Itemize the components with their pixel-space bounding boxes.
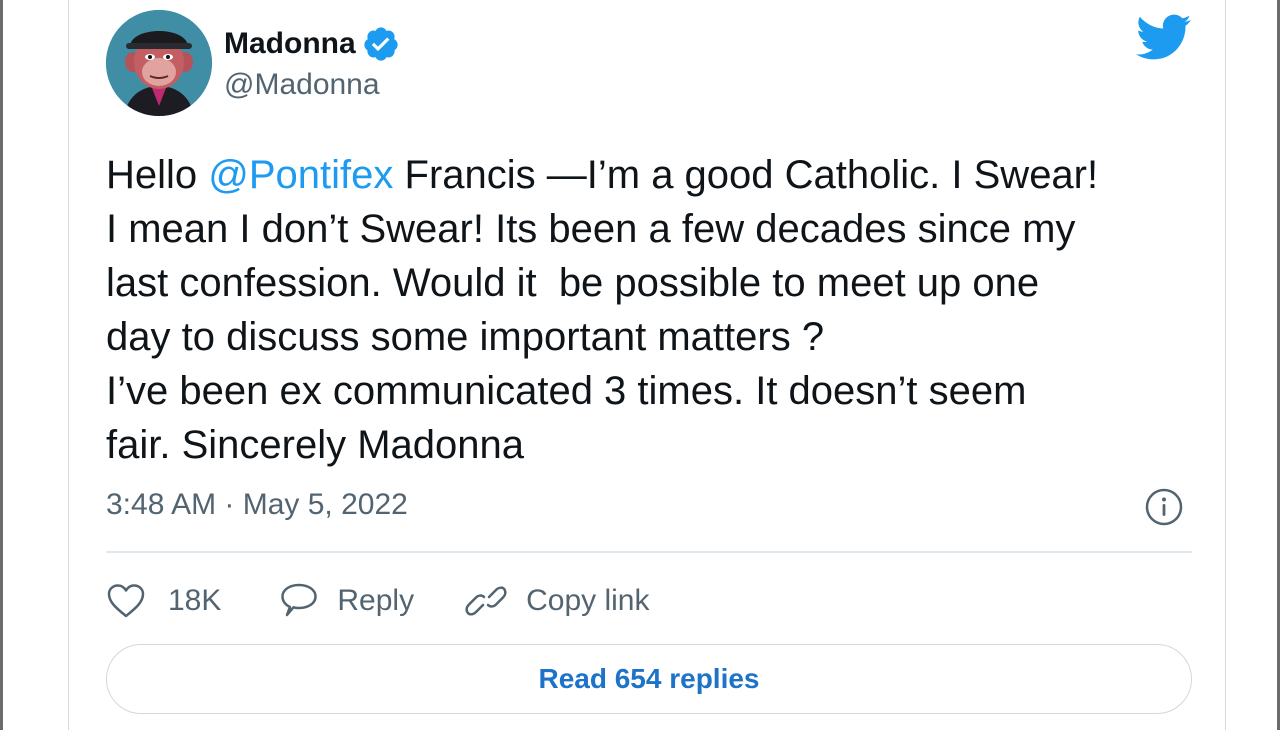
window-border-left [0,0,3,730]
author-name-row: Madonna [224,24,400,64]
author-display-name[interactable]: Madonna [224,27,356,61]
avatar[interactable] [106,10,212,116]
read-replies-button[interactable]: Read 654 replies [106,644,1192,714]
divider [106,551,1192,553]
tweet-actions: 18K Reply Copy link [106,576,649,626]
tweet-timestamp[interactable]: 3:48 AM · May 5, 2022 [106,488,408,522]
link-icon [465,586,507,616]
info-icon[interactable] [1144,487,1184,527]
reply-label: Reply [337,584,415,617]
mention-link[interactable]: @Pontifex [208,153,393,197]
copy-link-button[interactable]: Copy link [464,581,649,621]
verified-badge-icon [362,25,400,63]
heart-icon [107,584,145,618]
tweet-text: Hello @Pontifex Francis —I’m a good Cath… [106,148,1216,472]
like-count: 18K [168,584,222,617]
like-button[interactable]: 18K [106,582,221,620]
avatar-image [106,10,212,116]
author-handle[interactable]: @Madonna [224,68,380,102]
twitter-bird-icon[interactable] [1136,14,1192,62]
speech-bubble-icon [281,583,318,617]
tweet-text-part: Hello [106,153,209,197]
copy-link-label: Copy link [526,584,650,617]
tweet-text-part: Francis —I’m a good Catholic. I Swear! I… [106,153,1099,467]
reply-button[interactable]: Reply [279,582,414,620]
